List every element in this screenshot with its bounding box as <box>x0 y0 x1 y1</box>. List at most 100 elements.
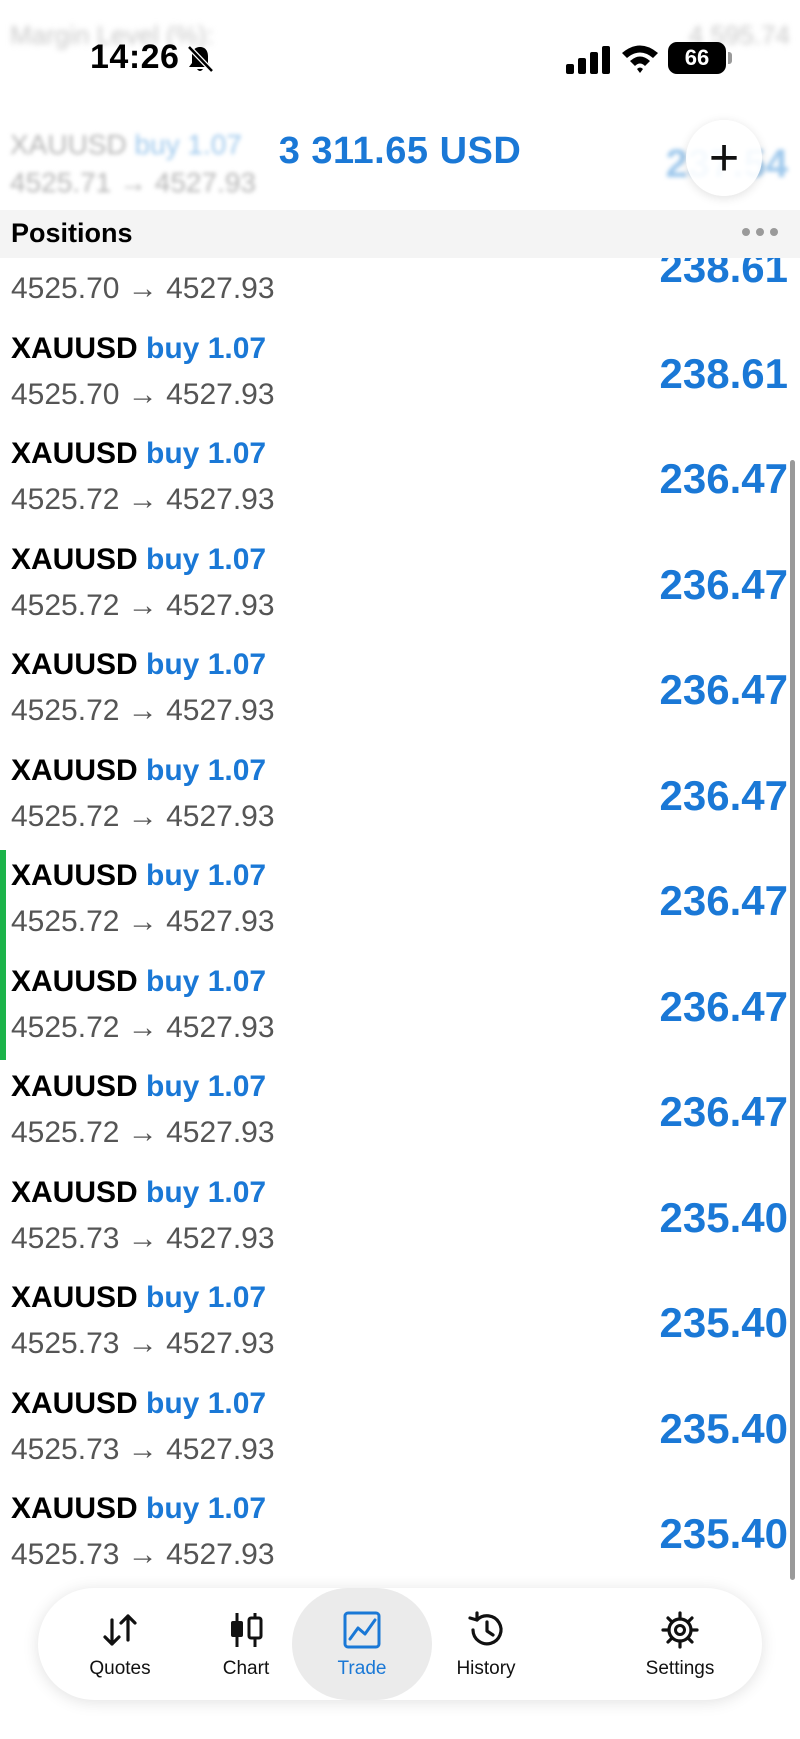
position-profit: 236.47 <box>659 877 788 924</box>
position-title: XAUUSD buy 1.07 <box>11 859 266 893</box>
position-profit: 236.47 <box>659 982 788 1030</box>
new-order-button[interactable]: + <box>686 120 762 196</box>
position-symbol: XAUUSD <box>11 1175 138 1209</box>
position-title: XAUUSD buy 1.07 <box>11 258 266 260</box>
position-side: buy 1.07 <box>146 859 267 892</box>
position-symbol: XAUUSD <box>11 859 138 892</box>
position-title: XAUUSD buy 1.07 <box>11 543 266 577</box>
position-row[interactable]: XAUUSD buy 1.07 4525.70 → 4527.93 238.61 <box>0 258 800 310</box>
scrollbar[interactable] <box>790 460 795 1580</box>
position-row[interactable]: XAUUSD buy 1.07 4525.72 → 4527.93 236.47 <box>0 943 800 1049</box>
position-row[interactable]: XAUUSD buy 1.07 4525.73 → 4527.93 235.40 <box>0 1470 800 1576</box>
chart-icon <box>231 1613 263 1647</box>
position-symbol: XAUUSD <box>11 258 138 259</box>
position-title: XAUUSD buy 1.07 <box>11 332 266 366</box>
position-title: XAUUSD buy 1.07 <box>11 1070 266 1104</box>
position-side: buy 1.07 <box>146 331 267 365</box>
position-side: buy 1.07 <box>146 1386 267 1420</box>
position-row[interactable]: XAUUSD buy 1.07 4525.73 → 4527.93 235.40 <box>0 1154 800 1260</box>
tab-quotes-label: Quotes <box>89 1658 151 1679</box>
battery-tip <box>728 52 732 64</box>
header: XAUUSD buy 1.07 4525.71 → 4527.93 237.54… <box>0 100 800 210</box>
bell-muted-icon <box>187 45 214 73</box>
position-title: XAUUSD buy 1.07 <box>11 1281 266 1315</box>
status-bar: 14:26 66 <box>0 30 800 86</box>
position-prices: 4525.72 → 4527.93 <box>11 588 275 622</box>
position-title: XAUUSD buy 1.07 <box>11 1387 266 1421</box>
position-prices: 4525.72 → 4527.93 <box>11 799 275 833</box>
position-prices: 4525.72 → 4527.93 <box>11 905 275 938</box>
position-row[interactable]: XAUUSD buy 1.07 4525.72 → 4527.93 236.47 <box>0 732 800 838</box>
history-icon <box>468 1611 503 1646</box>
position-prices: 4525.72 → 4527.93 <box>11 1010 275 1044</box>
position-symbol: XAUUSD <box>11 437 138 470</box>
tab-bar: Quotes Chart Trade History Settings <box>38 1588 762 1700</box>
position-row[interactable]: XAUUSD buy 1.07 4525.72 → 4527.93 236.47 <box>0 521 800 627</box>
quotes-icon <box>103 1614 137 1646</box>
position-symbol: XAUUSD <box>11 753 138 787</box>
position-symbol: XAUUSD <box>11 648 138 681</box>
position-row[interactable]: XAUUSD buy 1.07 4525.72 → 4527.93 236.47 <box>0 626 800 732</box>
wifi-icon <box>622 45 658 73</box>
tab-settings[interactable]: Settings <box>610 1588 750 1700</box>
position-prices: 4525.73 → 4527.93 <box>11 1221 275 1255</box>
position-symbol: XAUUSD <box>11 1386 138 1420</box>
position-prices: 4525.73 → 4527.93 <box>11 1538 275 1571</box>
battery-indicator: 66 <box>668 42 726 74</box>
position-prices: 4525.72 → 4527.93 <box>11 1116 275 1149</box>
position-row[interactable]: XAUUSD buy 1.07 4525.73 → 4527.93 235.40 <box>0 1259 800 1365</box>
position-row[interactable]: XAUUSD buy 1.07 4525.72 → 4527.93 236.47 <box>0 1048 800 1154</box>
position-symbol: XAUUSD <box>11 1281 138 1314</box>
tab-quotes[interactable]: Quotes <box>50 1588 190 1700</box>
positions-list[interactable]: XAUUSD buy 1.074525.70 → 4527.93238.61XA… <box>0 258 800 1578</box>
position-row[interactable]: XAUUSD buy 1.07 4525.72 → 4527.93 236.47 <box>0 837 800 943</box>
position-row[interactable]: XAUUSD buy 1.07 4525.73 → 4527.93 235.40 <box>0 1365 800 1471</box>
settings-icon <box>661 1611 699 1649</box>
positions-section-header: Positions <box>0 210 800 258</box>
position-title: XAUUSD buy 1.07 <box>11 1492 266 1526</box>
position-side: buy 1.07 <box>146 753 267 787</box>
position-prices: 4525.70 → 4527.93 <box>11 377 275 411</box>
position-title: XAUUSD buy 1.07 <box>11 1176 266 1210</box>
position-title: XAUUSD buy 1.07 <box>11 437 266 471</box>
more-options-icon[interactable] <box>742 228 778 236</box>
position-side: buy 1.07 <box>146 542 267 576</box>
position-side: buy 1.07 <box>146 1175 267 1209</box>
position-profit: 235.40 <box>659 1404 788 1452</box>
position-profit: 238.61 <box>659 349 788 397</box>
position-row[interactable]: XAUUSD buy 1.07 4525.70 → 4527.93 238.61 <box>0 310 800 416</box>
status-time: 14:26 <box>90 38 180 76</box>
position-side: buy 1.07 <box>146 258 266 259</box>
trade-icon <box>343 1611 381 1649</box>
account-balance[interactable]: 3 311.65 USD <box>0 130 800 173</box>
tab-history[interactable]: History <box>416 1588 556 1700</box>
position-prices: 4525.72 → 4527.93 <box>11 694 275 727</box>
position-profit: 235.40 <box>659 1510 788 1557</box>
position-side: buy 1.07 <box>146 437 267 470</box>
position-side: buy 1.07 <box>146 964 267 998</box>
position-profit: 236.47 <box>659 455 788 502</box>
position-profit: 235.40 <box>659 1299 788 1346</box>
position-symbol: XAUUSD <box>11 331 138 365</box>
selection-marker <box>0 850 6 1060</box>
position-profit: 236.47 <box>659 1088 788 1135</box>
position-title: XAUUSD buy 1.07 <box>11 965 266 999</box>
position-prices: 4525.70 → 4527.93 <box>11 272 275 305</box>
position-profit: 235.40 <box>659 1193 788 1241</box>
position-title: XAUUSD buy 1.07 <box>11 648 266 682</box>
tab-trade-label: Trade <box>337 1658 387 1679</box>
position-side: buy 1.07 <box>146 648 267 681</box>
tab-trade[interactable]: Trade <box>292 1588 432 1700</box>
position-symbol: XAUUSD <box>11 1070 138 1103</box>
position-profit: 238.61 <box>659 258 788 291</box>
position-row[interactable]: XAUUSD buy 1.07 4525.72 → 4527.93 236.47 <box>0 415 800 521</box>
position-title: XAUUSD buy 1.07 <box>11 754 266 788</box>
position-prices: 4525.73 → 4527.93 <box>11 1432 275 1466</box>
section-title: Positions <box>11 218 133 248</box>
position-profit: 236.47 <box>659 771 788 819</box>
position-symbol: XAUUSD <box>11 964 138 998</box>
cellular-signal-icon <box>566 46 610 74</box>
position-profit: 236.47 <box>659 560 788 608</box>
position-side: buy 1.07 <box>146 1281 267 1314</box>
position-symbol: XAUUSD <box>11 1492 138 1525</box>
